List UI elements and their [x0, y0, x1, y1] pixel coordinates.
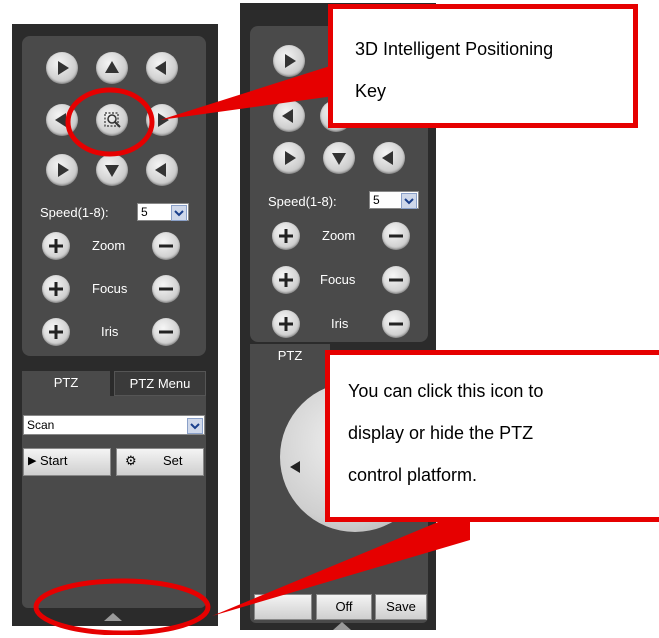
top-callout: 3D Intelligent Positioning Key [328, 4, 638, 128]
top-callout-pointer [160, 66, 334, 120]
bottom-callout: You can click this icon to display or hi… [325, 350, 659, 522]
top-callout-line2: Key [355, 81, 387, 101]
hide-toggle-highlight-ellipse [33, 578, 211, 635]
bottom-callout-line2: display or hide the PTZ [348, 423, 534, 443]
3d-key-highlight-ellipse [65, 87, 155, 157]
top-callout-line1: 3D Intelligent Positioning [355, 39, 554, 59]
bottom-callout-pointer [212, 510, 470, 616]
bottom-callout-line1: You can click this icon to [348, 381, 544, 401]
bottom-callout-line3: control platform. [348, 465, 478, 485]
